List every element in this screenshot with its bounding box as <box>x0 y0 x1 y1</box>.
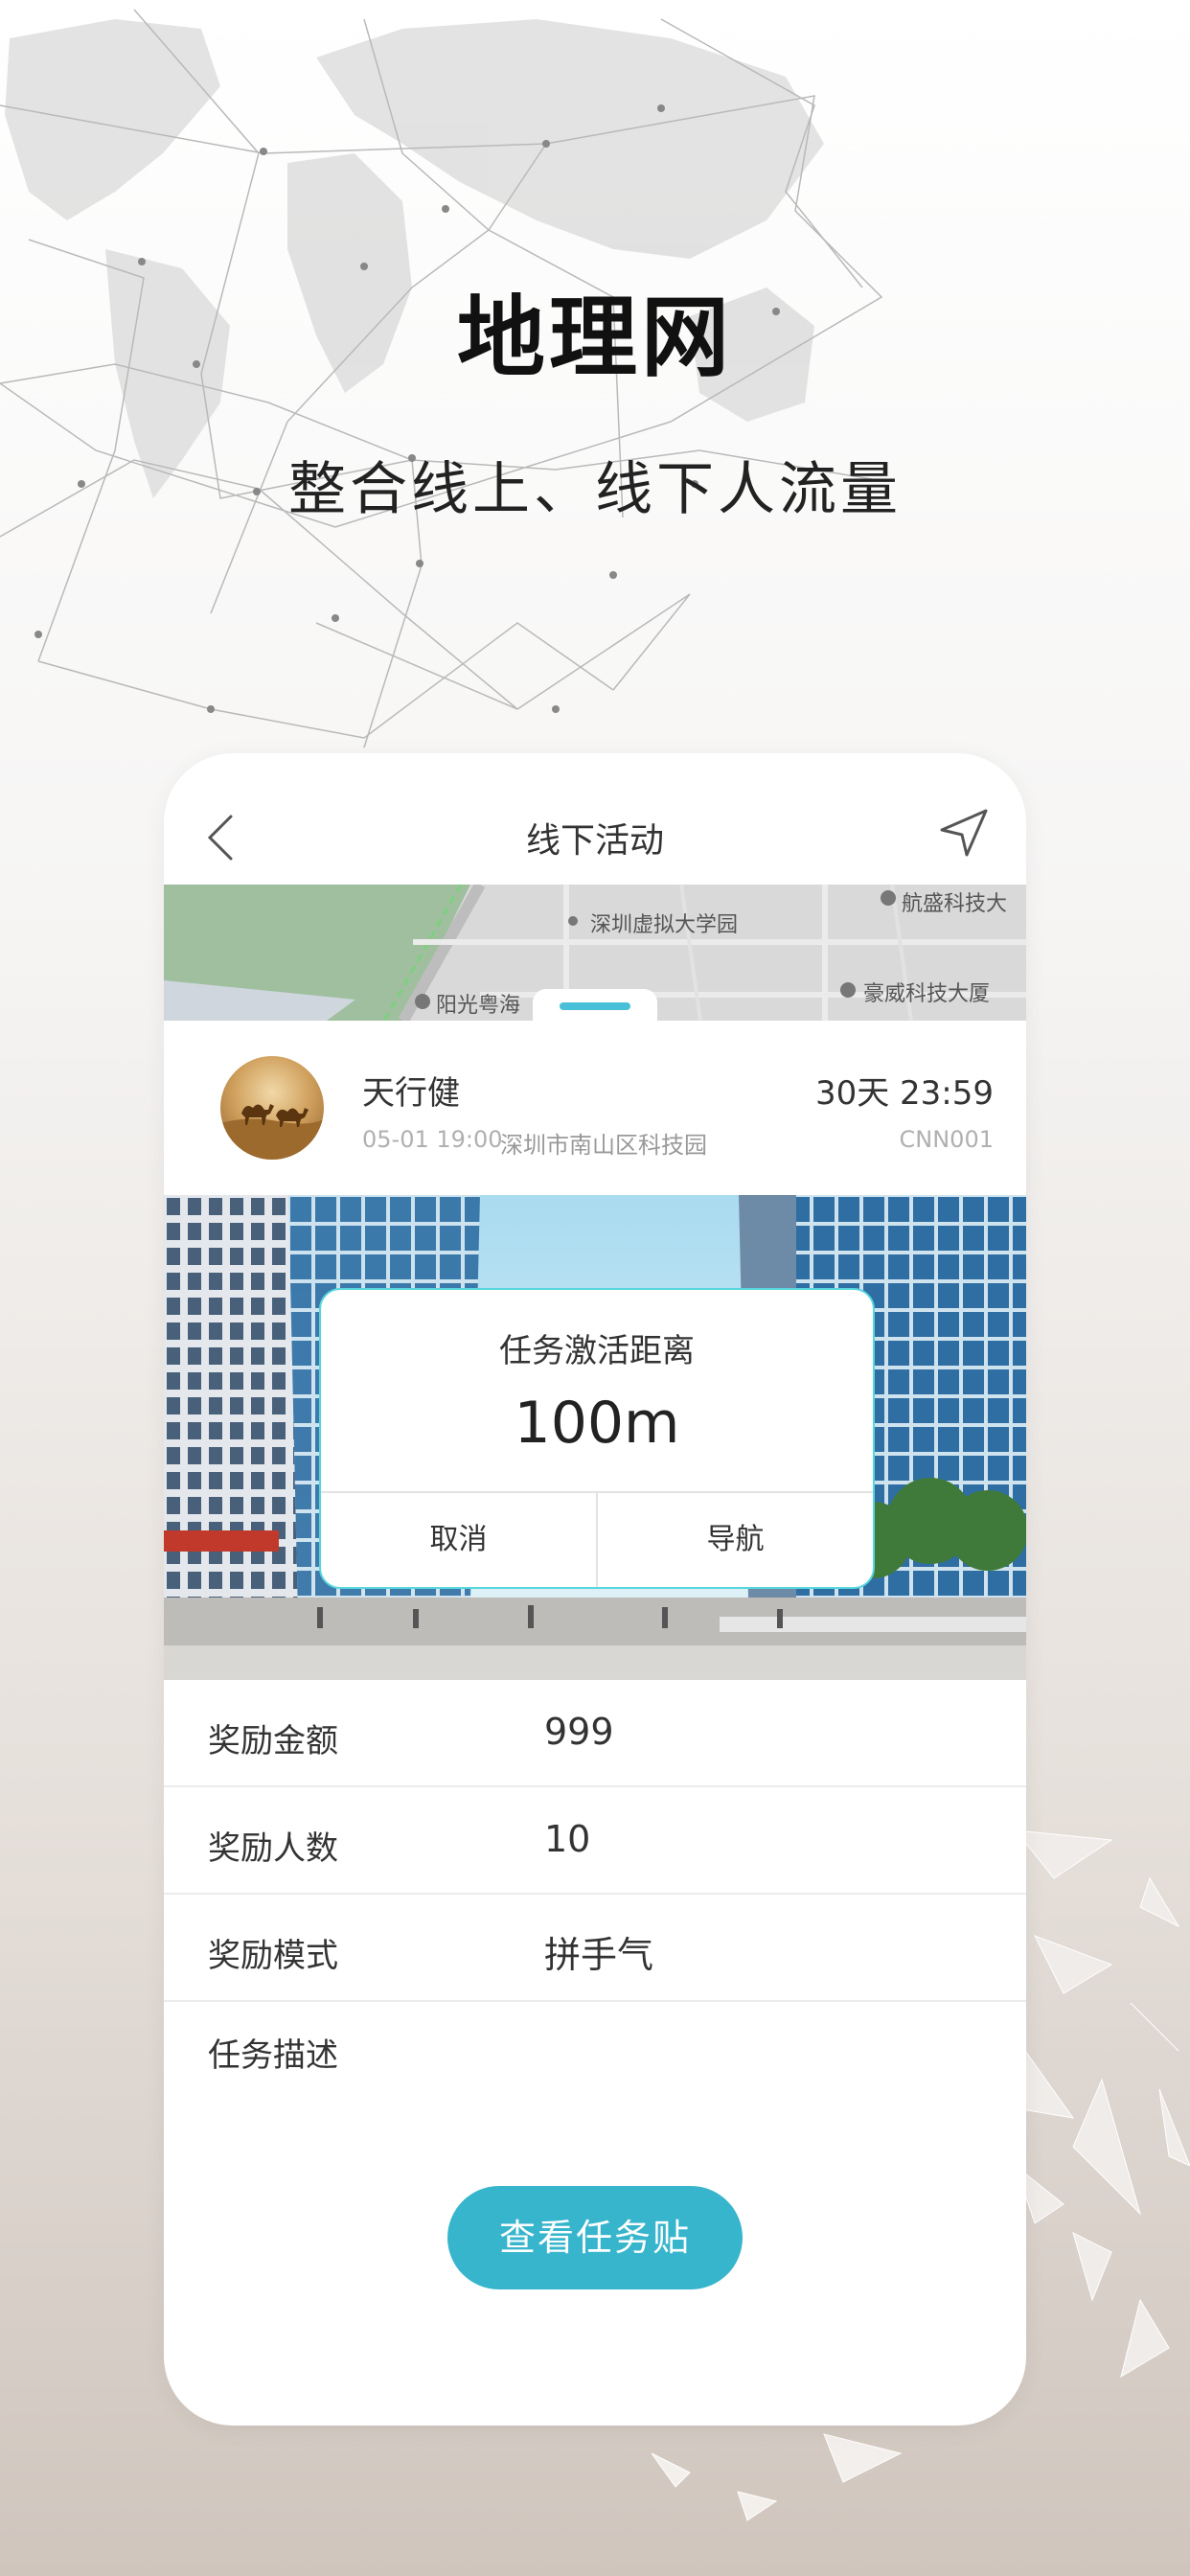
event-info[interactable]: 天行健 05-01 19:00 深圳市南山区科技园 30天 23:59 CNN0… <box>164 1021 1026 1193</box>
shard-decoration <box>651 2433 903 2521</box>
event-date: 05-01 19:00 <box>362 1126 503 1153</box>
reward-mode-value: 拼手气 <box>544 1934 654 1976</box>
phone-card: 线下活动 深圳虚拟大学园 航盛科技大 阳光粤海 豪威科技大厦 天行健 05-01… <box>164 753 1026 2426</box>
detail-row-description: 任务描述 <box>164 2002 1026 2146</box>
navigate-button[interactable]: 导航 <box>598 1493 873 1587</box>
map-label: 阳光粤海 <box>436 994 521 1018</box>
reward-mode-label: 奖励模式 <box>208 1937 338 1975</box>
map-label: 豪威科技大厦 <box>863 982 991 1006</box>
view-task-post-button[interactable]: 查看任务贴 <box>447 2186 743 2289</box>
task-details: 奖励金额 999 奖励人数 10 奖励模式 拼手气 任务描述 <box>164 1680 1026 2146</box>
nav-bar: 线下活动 <box>164 753 1026 885</box>
app-tagline: 整合线上、线下人流量 <box>288 456 902 523</box>
cancel-button[interactable]: 取消 <box>321 1493 596 1587</box>
reward-count-value: 10 <box>544 1818 591 1860</box>
reward-count-label: 奖励人数 <box>208 1829 338 1868</box>
detail-row-reward-mode: 奖励模式 拼手气 <box>164 1895 1026 2002</box>
countdown: 30天 23:59 <box>814 1074 994 1113</box>
dialog-title: 任务激活距离 <box>499 1332 695 1370</box>
app-title: 地理网 <box>456 287 733 389</box>
detail-row-reward-amount: 奖励金额 999 <box>164 1680 1026 1787</box>
event-address: 深圳市南山区科技园 <box>500 1132 707 1159</box>
map-label: 深圳虚拟大学园 <box>590 913 739 937</box>
page-title: 线下活动 <box>525 821 664 861</box>
world-map-mesh-background <box>0 9 883 748</box>
description-label: 任务描述 <box>208 2036 338 2075</box>
camel-icon <box>220 1104 324 1160</box>
reward-amount-label: 奖励金额 <box>208 1722 338 1760</box>
avatar <box>220 1056 324 1160</box>
location-photo: 任务激活距离 100m 取消 导航 <box>164 1195 1026 1680</box>
navigation-arrow-icon[interactable] <box>938 807 990 859</box>
map-label: 航盛科技大 <box>902 892 1008 916</box>
event-code: CNN001 <box>899 1126 994 1153</box>
detail-row-reward-count: 奖励人数 10 <box>164 1787 1026 1895</box>
event-name: 天行健 <box>362 1074 460 1113</box>
reward-amount-value: 999 <box>544 1711 614 1753</box>
activation-distance: 100m <box>514 1390 680 1457</box>
distance-dialog: 任务激活距离 100m 取消 导航 <box>319 1288 875 1589</box>
